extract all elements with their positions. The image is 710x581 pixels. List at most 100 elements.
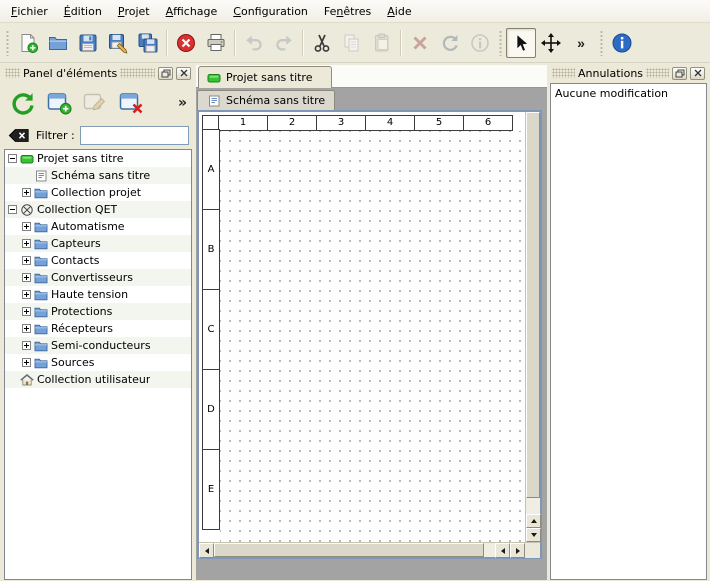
folder-icon	[34, 323, 48, 335]
scroll-right-button[interactable]	[510, 543, 525, 558]
save-all-button[interactable]	[133, 28, 163, 58]
column-label: 4	[365, 115, 415, 131]
expand-icon[interactable]	[22, 290, 31, 299]
elements-panel-titlebar[interactable]: Panel d'éléments	[3, 65, 193, 81]
new-element-button[interactable]	[43, 87, 75, 119]
toolbar-overflow-button[interactable]: »	[566, 28, 596, 58]
delete-button[interactable]	[405, 28, 435, 58]
menu-configuration[interactable]: Configuration	[225, 0, 316, 22]
menu-aide[interactable]: Aide	[379, 0, 419, 22]
toolbar-separator	[302, 30, 304, 56]
expand-icon[interactable]	[22, 256, 31, 265]
menu-affichage[interactable]: Affichage	[158, 0, 226, 22]
mdi-area: Schéma sans titre 1 2 3 4	[196, 88, 547, 580]
delete-element-button[interactable]	[115, 87, 147, 119]
elements-panel-title: Panel d'éléments	[23, 67, 117, 80]
help-button[interactable]	[607, 28, 637, 58]
paste-button[interactable]	[367, 28, 397, 58]
expand-icon[interactable]	[22, 188, 31, 197]
expand-icon[interactable]	[22, 222, 31, 231]
elements-tree: Projet sans titre Schéma sans titre Coll…	[4, 149, 192, 580]
scroll-up-button[interactable]	[526, 514, 541, 528]
edit-element-button[interactable]	[79, 87, 111, 119]
tree-item-sources[interactable]: Sources	[5, 354, 191, 371]
close-document-button[interactable]	[171, 28, 201, 58]
undo-history-item[interactable]: Aucune modification	[552, 85, 705, 102]
tree-item-schema-sans-titre[interactable]: Schéma sans titre	[5, 167, 191, 184]
new-document-button[interactable]	[13, 28, 43, 58]
toolbar-handle[interactable]	[5, 30, 10, 56]
tree-item-capteurs[interactable]: Capteurs	[5, 235, 191, 252]
tree-item-haute-tension[interactable]: Haute tension	[5, 286, 191, 303]
tree-item-protections[interactable]: Protections	[5, 303, 191, 320]
vertical-scroll-track[interactable]	[526, 112, 540, 514]
menu-fichier[interactable]: Fichier	[3, 0, 56, 22]
menu-edition[interactable]: Édition	[56, 0, 110, 22]
toolbar-handle[interactable]	[498, 30, 503, 56]
save-as-button[interactable]	[103, 28, 133, 58]
undo-panel-titlebar[interactable]: Annulations	[550, 65, 707, 81]
expand-icon[interactable]	[22, 341, 31, 350]
tree-item-semi-conducteurs[interactable]: Semi-conducteurs	[5, 337, 191, 354]
tree-item-collection-utilisateur[interactable]: Collection utilisateur	[5, 371, 191, 388]
tree-item-projet-sans-titre[interactable]: Projet sans titre	[5, 150, 191, 167]
print-button[interactable]	[201, 28, 231, 58]
expand-icon[interactable]	[22, 239, 31, 248]
filter-row: Filtrer :	[3, 123, 193, 147]
toolbar-handle[interactable]	[599, 30, 604, 56]
resize-corner[interactable]	[525, 543, 540, 558]
panel-overflow-chevron-icon[interactable]: »	[178, 96, 187, 110]
expand-icon[interactable]	[22, 307, 31, 316]
tree-item-recepteurs[interactable]: Récepteurs	[5, 320, 191, 337]
tree-item-collection-qet[interactable]: Collection QET	[5, 201, 191, 218]
elements-panel-toolbar: »	[3, 83, 193, 123]
horizontal-scroll-thumb[interactable]	[214, 543, 484, 557]
horizontal-scrollbar[interactable]	[199, 543, 525, 557]
rotate-button[interactable]	[435, 28, 465, 58]
tree-item-contacts[interactable]: Contacts	[5, 252, 191, 269]
element-info-icon	[469, 32, 491, 54]
redo-button[interactable]	[269, 28, 299, 58]
close-dock-button[interactable]	[176, 67, 191, 80]
tab-schema-sans-titre[interactable]: Schéma sans titre	[197, 90, 335, 110]
close-dock-button[interactable]	[690, 67, 705, 80]
elements-panel-dock: Panel d'éléments	[3, 65, 193, 580]
undo-button[interactable]	[239, 28, 269, 58]
float-dock-button[interactable]	[672, 67, 687, 80]
tree-item-automatisme[interactable]: Automatisme	[5, 218, 191, 235]
move-icon	[540, 32, 562, 54]
filter-input[interactable]	[80, 126, 189, 145]
clear-filter-button[interactable]	[7, 127, 31, 144]
vertical-scroll-thumb[interactable]	[526, 112, 540, 498]
project-tabbar: Projet sans titre	[196, 65, 547, 88]
scroll-down-button[interactable]	[526, 528, 541, 542]
tree-item-collection-projet[interactable]: Collection projet	[5, 184, 191, 201]
copy-button[interactable]	[337, 28, 367, 58]
expand-icon[interactable]	[22, 358, 31, 367]
diagram-canvas[interactable]	[220, 131, 525, 542]
save-button[interactable]	[73, 28, 103, 58]
toolbar-separator	[234, 30, 236, 56]
column-label: 1	[218, 115, 268, 131]
folder-icon	[34, 221, 48, 233]
menu-projet[interactable]: Projet	[110, 0, 158, 22]
element-info-button[interactable]	[465, 28, 495, 58]
open-document-button[interactable]	[43, 28, 73, 58]
horizontal-scroll-track[interactable]	[214, 543, 495, 557]
cut-button[interactable]	[307, 28, 337, 58]
menu-fenetres[interactable]: Fenêtres	[316, 0, 379, 22]
scroll-left-button[interactable]	[495, 543, 510, 558]
select-pointer-button[interactable]	[506, 28, 536, 58]
collapse-icon[interactable]	[8, 205, 17, 214]
collapse-icon[interactable]	[8, 154, 17, 163]
float-dock-button[interactable]	[158, 67, 173, 80]
move-button[interactable]	[536, 28, 566, 58]
scroll-left-button[interactable]	[199, 543, 214, 558]
clear-filter-icon	[8, 128, 30, 143]
vertical-scrollbar[interactable]	[525, 112, 540, 542]
tab-projet-sans-titre[interactable]: Projet sans titre	[198, 66, 332, 88]
reload-collections-button[interactable]	[7, 87, 39, 119]
tree-item-convertisseurs[interactable]: Convertisseurs	[5, 269, 191, 286]
expand-icon[interactable]	[22, 324, 31, 333]
expand-icon[interactable]	[22, 273, 31, 282]
